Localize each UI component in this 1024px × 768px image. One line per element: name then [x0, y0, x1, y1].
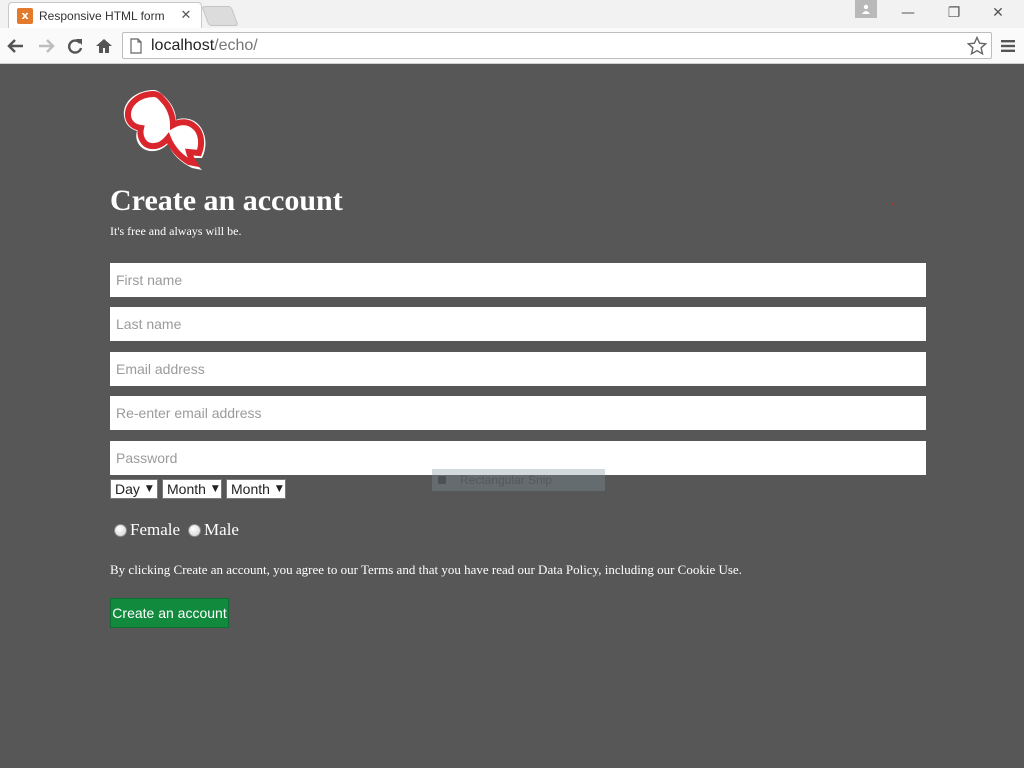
page-subtitle: It's free and always will be. [110, 224, 242, 238]
snip-label: Rectangular Snip [460, 473, 553, 487]
birth-month-select-2[interactable]: Month ▼ [226, 479, 286, 499]
chevron-down-icon: ▼ [211, 484, 219, 494]
first-name-input[interactable] [110, 263, 926, 297]
restore-button[interactable]: ❐ [934, 0, 974, 26]
birth-day-select[interactable]: Day ▼ [110, 479, 158, 499]
url-host: localhost [151, 36, 215, 54]
brand-logo [118, 84, 214, 180]
email-input[interactable] [110, 352, 926, 386]
male-radio[interactable] [188, 523, 202, 537]
back-arrow-icon[interactable] [4, 34, 28, 58]
xampp-favicon-icon: x [17, 7, 33, 24]
snip-tool-overlay: Rectangular Snip [432, 469, 605, 491]
forward-arrow-icon[interactable] [34, 34, 58, 58]
user-icon[interactable] [855, 0, 877, 18]
star-icon[interactable] [967, 36, 987, 56]
snip-icon [438, 476, 446, 484]
birth-day-value: Day [115, 481, 140, 497]
browser-toolbar: localhost /echo/ [0, 28, 1024, 64]
create-account-button[interactable]: Create an account [110, 598, 229, 628]
birth-month-select[interactable]: Month ▼ [162, 479, 222, 499]
last-name-input[interactable] [110, 307, 926, 341]
tab-title: Responsive HTML form [39, 8, 165, 23]
reload-icon[interactable] [63, 34, 87, 58]
page-title: Create an account [110, 184, 343, 217]
address-bar[interactable]: localhost /echo/ [122, 32, 992, 59]
male-label: Male [204, 520, 239, 539]
page-icon [129, 37, 143, 54]
new-tab-button[interactable] [201, 6, 239, 26]
female-radio[interactable] [114, 523, 127, 537]
chevron-down-icon: ▼ [275, 484, 283, 494]
email-confirm-input[interactable] [110, 396, 926, 430]
browser-tab[interactable]: x Responsive HTML form ✕ [8, 2, 202, 28]
tab-strip: x Responsive HTML form ✕ — ❐ ✕ [0, 0, 1024, 28]
tab-close-icon[interactable]: ✕ [179, 8, 193, 23]
birth-month-value-2: Month [231, 481, 270, 497]
terms-text: By clicking Create an account, you agree… [110, 562, 742, 577]
window-close-button[interactable]: ✕ [978, 0, 1018, 26]
url-path: /echo/ [214, 36, 258, 54]
hamburger-menu-icon[interactable] [996, 34, 1020, 58]
minimize-button[interactable]: — [888, 0, 928, 26]
chevron-down-icon: ▼ [145, 484, 153, 494]
female-label: Female [130, 520, 181, 539]
decorative-dot [891, 203, 893, 205]
gender-options: Female Male [114, 520, 247, 540]
birth-month-value: Month [167, 481, 206, 497]
home-icon[interactable] [92, 34, 116, 58]
